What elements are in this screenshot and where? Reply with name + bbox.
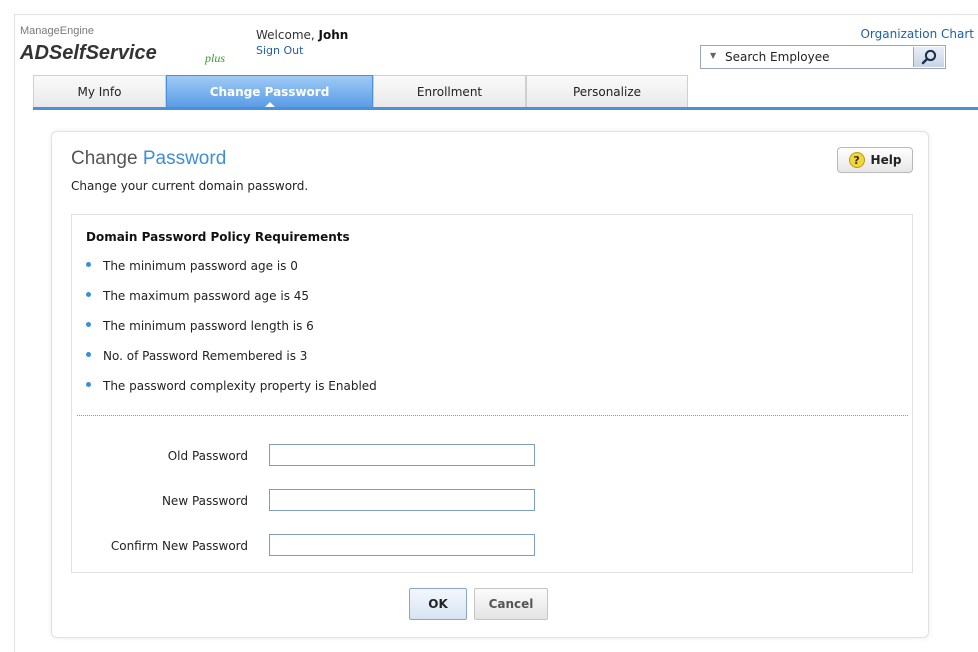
page-subtitle: Change your current domain password. [71,179,309,193]
section-divider [77,415,908,416]
ok-button[interactable]: OK [409,588,467,620]
new-password-field[interactable] [269,489,535,511]
user-name: John [318,28,349,42]
search-button[interactable] [913,47,944,67]
brand-logo: ManageEngine ADSelfService plus [20,25,225,65]
old-password-label: Old Password [167,449,248,463]
tab-label: Personalize [572,84,642,99]
help-icon: ? [848,152,865,168]
bullet-icon [86,262,91,267]
policy-heading: Domain Password Policy Requirements [86,230,350,244]
bullet-icon [86,352,91,357]
policy-item-text: The minimum password age is 0 [103,259,298,273]
organization-chart-link[interactable]: Organization Chart [860,27,974,41]
tab-personalize[interactable]: Personalize [526,75,688,107]
bullet-icon [86,382,91,387]
tab-my-info[interactable]: My Info [33,75,166,107]
cancel-button[interactable]: Cancel [474,588,548,620]
search-employee-box[interactable]: ▼ Search Employee [700,45,946,69]
brand-product: ADSelfService [20,42,157,64]
main-tabs: My Info Change Password Enrollment Perso… [33,75,978,109]
policy-item: No. of Password Remembered is 3 [86,349,307,363]
confirm-password-field[interactable] [269,534,535,556]
policy-item: The minimum password length is 6 [86,319,314,333]
old-password-field[interactable] [269,444,535,466]
search-icon [921,49,937,65]
policy-item-text: The maximum password age is 45 [103,289,310,303]
policy-item-text: The minimum password length is 6 [103,319,314,333]
tab-change-password[interactable]: Change Password [166,75,373,108]
page-title: Change Password [71,148,226,170]
tab-label: My Info [77,84,122,99]
bullet-icon [86,292,91,297]
policy-item: The password complexity property is Enab… [86,379,377,393]
page-title-prefix: Change [71,148,138,169]
policy-item: The minimum password age is 0 [86,259,298,273]
new-password-label: New Password [161,494,248,508]
welcome-message: Welcome, John [256,28,348,42]
brand-company: ManageEngine [20,25,95,37]
welcome-text: Welcome, [256,28,315,42]
help-label: Help [870,153,902,167]
search-employee-input[interactable]: Search Employee [725,50,829,64]
page-title-accent: Password [142,148,227,169]
bullet-icon [86,322,91,327]
sign-out-link[interactable]: Sign Out [256,44,303,57]
policy-item: The maximum password age is 45 [86,289,309,303]
policy-item-text: No. of Password Remembered is 3 [103,349,308,363]
tab-underline [33,107,978,110]
policy-item-text: The password complexity property is Enab… [103,379,377,393]
tab-enrollment[interactable]: Enrollment [373,75,526,107]
confirm-password-label: Confirm New Password [110,539,248,553]
chevron-down-icon[interactable]: ▼ [710,51,716,60]
help-button[interactable]: ? Help [837,147,913,173]
brand-suffix: plus [205,51,226,65]
tab-label: Enrollment [416,84,483,99]
tab-label: Change Password [209,84,330,99]
